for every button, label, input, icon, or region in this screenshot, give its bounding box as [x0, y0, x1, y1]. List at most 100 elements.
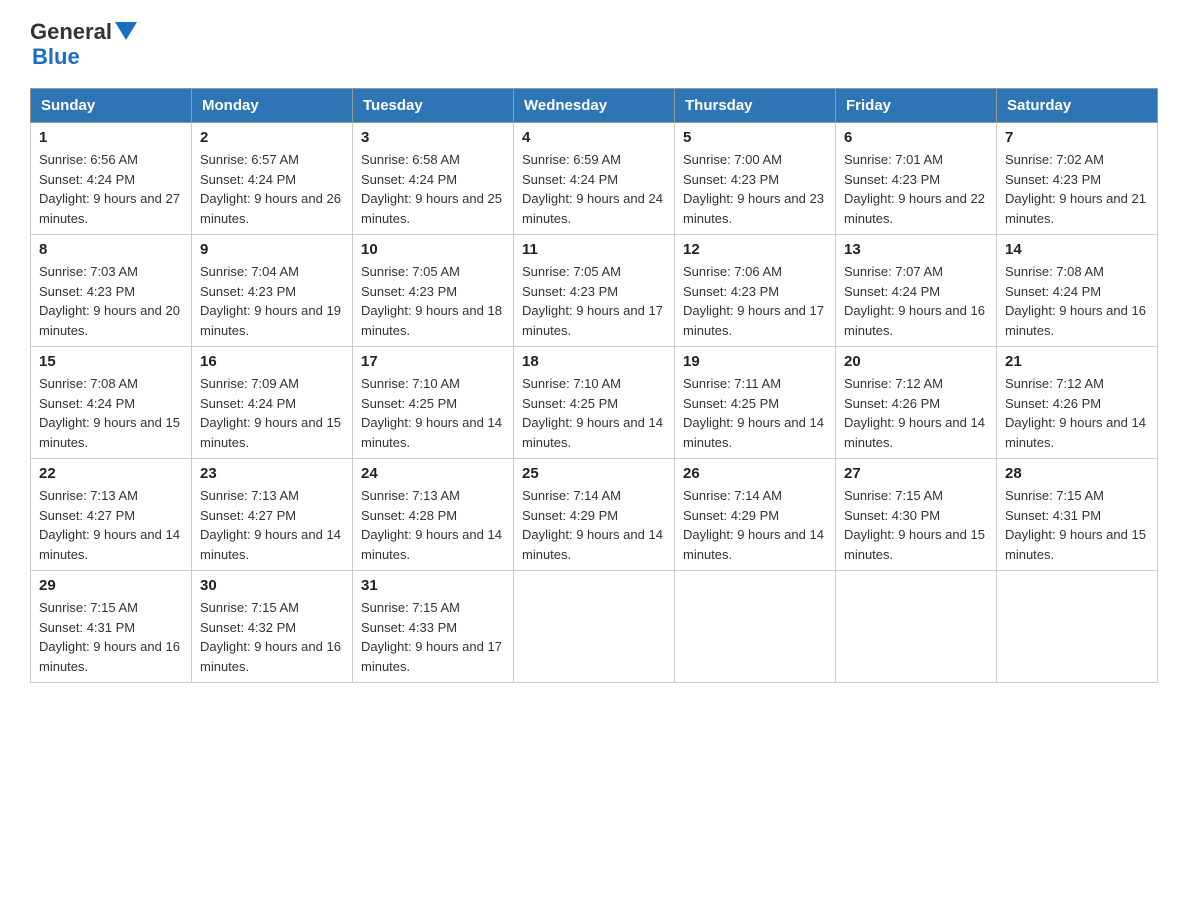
day-number: 13	[844, 241, 988, 258]
calendar-cell: 29 Sunrise: 7:15 AM Sunset: 4:31 PM Dayl…	[31, 571, 192, 683]
calendar-cell: 12 Sunrise: 7:06 AM Sunset: 4:23 PM Dayl…	[675, 235, 836, 347]
day-info: Sunrise: 7:15 AM Sunset: 4:30 PM Dayligh…	[844, 486, 988, 564]
page-header: General Blue	[30, 20, 1158, 70]
calendar-cell: 19 Sunrise: 7:11 AM Sunset: 4:25 PM Dayl…	[675, 347, 836, 459]
day-number: 27	[844, 465, 988, 482]
calendar-cell: 10 Sunrise: 7:05 AM Sunset: 4:23 PM Dayl…	[353, 235, 514, 347]
day-number: 7	[1005, 129, 1149, 146]
day-info: Sunrise: 7:15 AM Sunset: 4:31 PM Dayligh…	[1005, 486, 1149, 564]
calendar-week-row: 8 Sunrise: 7:03 AM Sunset: 4:23 PM Dayli…	[31, 235, 1158, 347]
day-info: Sunrise: 6:58 AM Sunset: 4:24 PM Dayligh…	[361, 150, 505, 228]
day-number: 4	[522, 129, 666, 146]
day-number: 29	[39, 577, 183, 594]
calendar-cell	[997, 571, 1158, 683]
calendar-cell: 17 Sunrise: 7:10 AM Sunset: 4:25 PM Dayl…	[353, 347, 514, 459]
calendar-cell: 4 Sunrise: 6:59 AM Sunset: 4:24 PM Dayli…	[514, 123, 675, 235]
calendar-cell: 26 Sunrise: 7:14 AM Sunset: 4:29 PM Dayl…	[675, 459, 836, 571]
calendar-cell: 25 Sunrise: 7:14 AM Sunset: 4:29 PM Dayl…	[514, 459, 675, 571]
logo-arrow-icon	[115, 22, 137, 44]
day-info: Sunrise: 7:10 AM Sunset: 4:25 PM Dayligh…	[361, 374, 505, 452]
calendar-cell: 2 Sunrise: 6:57 AM Sunset: 4:24 PM Dayli…	[192, 123, 353, 235]
day-info: Sunrise: 7:12 AM Sunset: 4:26 PM Dayligh…	[1005, 374, 1149, 452]
day-info: Sunrise: 7:13 AM Sunset: 4:27 PM Dayligh…	[200, 486, 344, 564]
calendar-day-header: Friday	[836, 89, 997, 123]
calendar-cell: 8 Sunrise: 7:03 AM Sunset: 4:23 PM Dayli…	[31, 235, 192, 347]
day-info: Sunrise: 7:11 AM Sunset: 4:25 PM Dayligh…	[683, 374, 827, 452]
day-info: Sunrise: 7:15 AM Sunset: 4:32 PM Dayligh…	[200, 598, 344, 676]
calendar-cell: 11 Sunrise: 7:05 AM Sunset: 4:23 PM Dayl…	[514, 235, 675, 347]
logo-text-blue: Blue	[32, 44, 80, 70]
calendar-cell: 28 Sunrise: 7:15 AM Sunset: 4:31 PM Dayl…	[997, 459, 1158, 571]
day-info: Sunrise: 7:14 AM Sunset: 4:29 PM Dayligh…	[522, 486, 666, 564]
calendar-cell	[514, 571, 675, 683]
day-number: 3	[361, 129, 505, 146]
calendar-day-header: Monday	[192, 89, 353, 123]
day-number: 26	[683, 465, 827, 482]
calendar-week-row: 29 Sunrise: 7:15 AM Sunset: 4:31 PM Dayl…	[31, 571, 1158, 683]
day-number: 24	[361, 465, 505, 482]
day-info: Sunrise: 7:05 AM Sunset: 4:23 PM Dayligh…	[361, 262, 505, 340]
day-info: Sunrise: 7:14 AM Sunset: 4:29 PM Dayligh…	[683, 486, 827, 564]
day-info: Sunrise: 7:03 AM Sunset: 4:23 PM Dayligh…	[39, 262, 183, 340]
day-number: 9	[200, 241, 344, 258]
calendar-cell: 3 Sunrise: 6:58 AM Sunset: 4:24 PM Dayli…	[353, 123, 514, 235]
day-info: Sunrise: 7:07 AM Sunset: 4:24 PM Dayligh…	[844, 262, 988, 340]
day-number: 6	[844, 129, 988, 146]
day-number: 10	[361, 241, 505, 258]
day-number: 20	[844, 353, 988, 370]
day-number: 28	[1005, 465, 1149, 482]
calendar-cell: 1 Sunrise: 6:56 AM Sunset: 4:24 PM Dayli…	[31, 123, 192, 235]
day-info: Sunrise: 7:08 AM Sunset: 4:24 PM Dayligh…	[1005, 262, 1149, 340]
calendar-week-row: 1 Sunrise: 6:56 AM Sunset: 4:24 PM Dayli…	[31, 123, 1158, 235]
day-info: Sunrise: 6:59 AM Sunset: 4:24 PM Dayligh…	[522, 150, 666, 228]
day-number: 12	[683, 241, 827, 258]
day-number: 5	[683, 129, 827, 146]
day-info: Sunrise: 7:00 AM Sunset: 4:23 PM Dayligh…	[683, 150, 827, 228]
calendar-day-header: Sunday	[31, 89, 192, 123]
day-number: 8	[39, 241, 183, 258]
calendar-cell: 20 Sunrise: 7:12 AM Sunset: 4:26 PM Dayl…	[836, 347, 997, 459]
calendar-cell: 21 Sunrise: 7:12 AM Sunset: 4:26 PM Dayl…	[997, 347, 1158, 459]
day-number: 16	[200, 353, 344, 370]
day-number: 19	[683, 353, 827, 370]
day-info: Sunrise: 7:02 AM Sunset: 4:23 PM Dayligh…	[1005, 150, 1149, 228]
day-number: 11	[522, 241, 666, 258]
day-info: Sunrise: 7:12 AM Sunset: 4:26 PM Dayligh…	[844, 374, 988, 452]
calendar-cell: 15 Sunrise: 7:08 AM Sunset: 4:24 PM Dayl…	[31, 347, 192, 459]
calendar-cell: 16 Sunrise: 7:09 AM Sunset: 4:24 PM Dayl…	[192, 347, 353, 459]
day-info: Sunrise: 7:09 AM Sunset: 4:24 PM Dayligh…	[200, 374, 344, 452]
calendar-cell: 24 Sunrise: 7:13 AM Sunset: 4:28 PM Dayl…	[353, 459, 514, 571]
calendar-header-row: SundayMondayTuesdayWednesdayThursdayFrid…	[31, 89, 1158, 123]
day-info: Sunrise: 7:15 AM Sunset: 4:31 PM Dayligh…	[39, 598, 183, 676]
calendar-cell: 27 Sunrise: 7:15 AM Sunset: 4:30 PM Dayl…	[836, 459, 997, 571]
day-info: Sunrise: 7:01 AM Sunset: 4:23 PM Dayligh…	[844, 150, 988, 228]
calendar-day-header: Saturday	[997, 89, 1158, 123]
day-number: 14	[1005, 241, 1149, 258]
day-info: Sunrise: 7:13 AM Sunset: 4:27 PM Dayligh…	[39, 486, 183, 564]
day-number: 23	[200, 465, 344, 482]
day-number: 30	[200, 577, 344, 594]
calendar-cell: 14 Sunrise: 7:08 AM Sunset: 4:24 PM Dayl…	[997, 235, 1158, 347]
calendar-day-header: Tuesday	[353, 89, 514, 123]
day-info: Sunrise: 6:56 AM Sunset: 4:24 PM Dayligh…	[39, 150, 183, 228]
day-info: Sunrise: 7:08 AM Sunset: 4:24 PM Dayligh…	[39, 374, 183, 452]
day-info: Sunrise: 6:57 AM Sunset: 4:24 PM Dayligh…	[200, 150, 344, 228]
calendar-cell: 30 Sunrise: 7:15 AM Sunset: 4:32 PM Dayl…	[192, 571, 353, 683]
day-number: 22	[39, 465, 183, 482]
day-info: Sunrise: 7:05 AM Sunset: 4:23 PM Dayligh…	[522, 262, 666, 340]
day-number: 17	[361, 353, 505, 370]
calendar-cell	[836, 571, 997, 683]
calendar-table: SundayMondayTuesdayWednesdayThursdayFrid…	[30, 88, 1158, 683]
calendar-cell: 18 Sunrise: 7:10 AM Sunset: 4:25 PM Dayl…	[514, 347, 675, 459]
day-number: 1	[39, 129, 183, 146]
calendar-cell: 6 Sunrise: 7:01 AM Sunset: 4:23 PM Dayli…	[836, 123, 997, 235]
day-number: 18	[522, 353, 666, 370]
day-info: Sunrise: 7:04 AM Sunset: 4:23 PM Dayligh…	[200, 262, 344, 340]
calendar-cell: 9 Sunrise: 7:04 AM Sunset: 4:23 PM Dayli…	[192, 235, 353, 347]
day-info: Sunrise: 7:10 AM Sunset: 4:25 PM Dayligh…	[522, 374, 666, 452]
calendar-week-row: 15 Sunrise: 7:08 AM Sunset: 4:24 PM Dayl…	[31, 347, 1158, 459]
calendar-cell: 5 Sunrise: 7:00 AM Sunset: 4:23 PM Dayli…	[675, 123, 836, 235]
day-info: Sunrise: 7:13 AM Sunset: 4:28 PM Dayligh…	[361, 486, 505, 564]
day-info: Sunrise: 7:06 AM Sunset: 4:23 PM Dayligh…	[683, 262, 827, 340]
calendar-cell: 7 Sunrise: 7:02 AM Sunset: 4:23 PM Dayli…	[997, 123, 1158, 235]
